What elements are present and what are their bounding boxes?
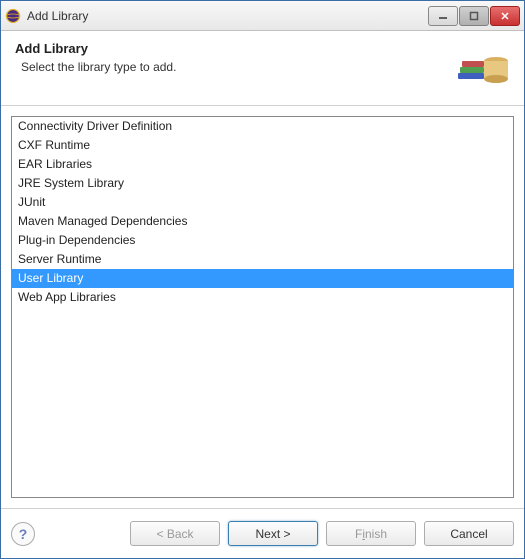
finish-button[interactable]: Finish [326, 521, 416, 546]
list-item[interactable]: User Library [12, 269, 513, 288]
button-bar: ? < Back Next > Finish Cancel [1, 508, 524, 558]
list-item[interactable]: Maven Managed Dependencies [12, 212, 513, 231]
content-area: Connectivity Driver DefinitionCXF Runtim… [1, 106, 524, 508]
dialog-window: Add Library Add Library Select the libra… [0, 0, 525, 559]
list-item[interactable]: CXF Runtime [12, 136, 513, 155]
close-button[interactable] [490, 6, 520, 26]
list-item[interactable]: Server Runtime [12, 250, 513, 269]
window-title: Add Library [27, 9, 428, 23]
minimize-button[interactable] [428, 6, 458, 26]
back-button[interactable]: < Back [130, 521, 220, 546]
window-controls [428, 6, 520, 26]
wizard-header: Add Library Select the library type to a… [1, 31, 524, 106]
maximize-button[interactable] [459, 6, 489, 26]
list-item[interactable]: Web App Libraries [12, 288, 513, 307]
titlebar: Add Library [1, 1, 524, 31]
header-text: Add Library Select the library type to a… [15, 41, 454, 74]
library-icon [454, 41, 510, 93]
list-item[interactable]: JUnit [12, 193, 513, 212]
list-item[interactable]: Plug-in Dependencies [12, 231, 513, 250]
cancel-button[interactable]: Cancel [424, 521, 514, 546]
page-title: Add Library [15, 41, 454, 56]
library-type-list[interactable]: Connectivity Driver DefinitionCXF Runtim… [11, 116, 514, 498]
list-item[interactable]: JRE System Library [12, 174, 513, 193]
list-item[interactable]: EAR Libraries [12, 155, 513, 174]
page-subtitle: Select the library type to add. [21, 60, 454, 74]
next-button[interactable]: Next > [228, 521, 318, 546]
eclipse-icon [5, 8, 21, 24]
list-item[interactable]: Connectivity Driver Definition [12, 117, 513, 136]
help-button[interactable]: ? [11, 522, 35, 546]
